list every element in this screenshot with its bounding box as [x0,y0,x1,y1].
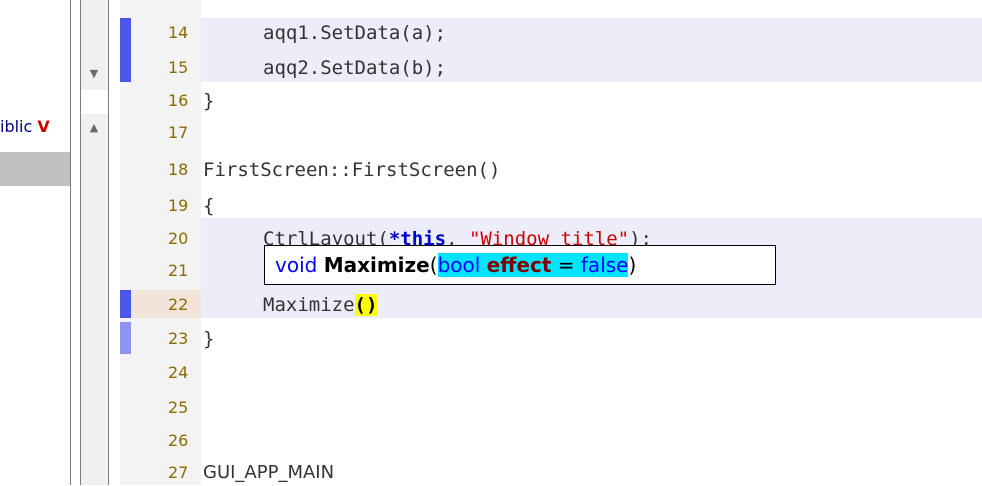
line-number: 14 [168,23,189,42]
scroll-up-arrow-icon[interactable]: ▲ [80,120,108,136]
line-number: 26 [168,431,189,450]
matching-paren-close: ) [365,294,378,316]
tooltip-close-paren: ) [628,253,637,277]
tooltip-open-paren: ( [429,253,438,277]
line-number: 21 [168,261,189,280]
line-number: 24 [168,363,189,382]
tooltip-return-type: void [275,253,318,277]
access-specifier-text: iblic [0,117,33,135]
change-marker [120,322,131,354]
line-number: 20 [168,229,189,248]
line-number: 19 [168,196,189,215]
code-line[interactable]: { [203,193,214,219]
divider [108,0,109,485]
code-line[interactable]: } [203,88,214,114]
matching-paren-open: ( [354,294,366,316]
scroll-down-arrow-icon[interactable]: ▼ [80,66,108,82]
left-panel: ▼ ▲ iblic V [0,0,120,485]
code-line[interactable]: FirstScreen::FirstScreen() [203,157,500,183]
line-number: 27 [168,463,189,482]
line-number: 16 [168,91,189,110]
code-line[interactable]: aqq2.SetData(b); [203,55,446,81]
change-marker [120,18,131,82]
change-marker [120,290,131,318]
left-panel-selection[interactable] [0,152,70,186]
scrolled-line-fragment [130,0,982,10]
line-number: 17 [168,123,189,142]
scrollbar-track-bottom[interactable] [80,114,108,485]
access-specifier-tail: V [37,117,50,135]
line-number: 18 [168,160,189,179]
divider [80,0,81,485]
tooltip-active-parameter: bool effect = false [437,253,629,277]
line-number: 23 [168,329,189,348]
parameter-hint-tooltip: void Maximize(bool effect = false) [264,245,776,285]
line-number: 15 [168,58,189,77]
line-number: 25 [168,398,189,417]
line-number: 22 [168,295,189,314]
code-line[interactable]: } [203,326,214,352]
code-line-current[interactable]: Maximize() [203,292,378,318]
access-specifier-label: iblic V [0,117,72,135]
code-line[interactable]: aqq1.SetData(a); [203,20,446,46]
divider [70,0,71,485]
code-line[interactable]: GUI_APP_MAIN [203,460,334,486]
tooltip-function-name: Maximize [323,253,430,277]
